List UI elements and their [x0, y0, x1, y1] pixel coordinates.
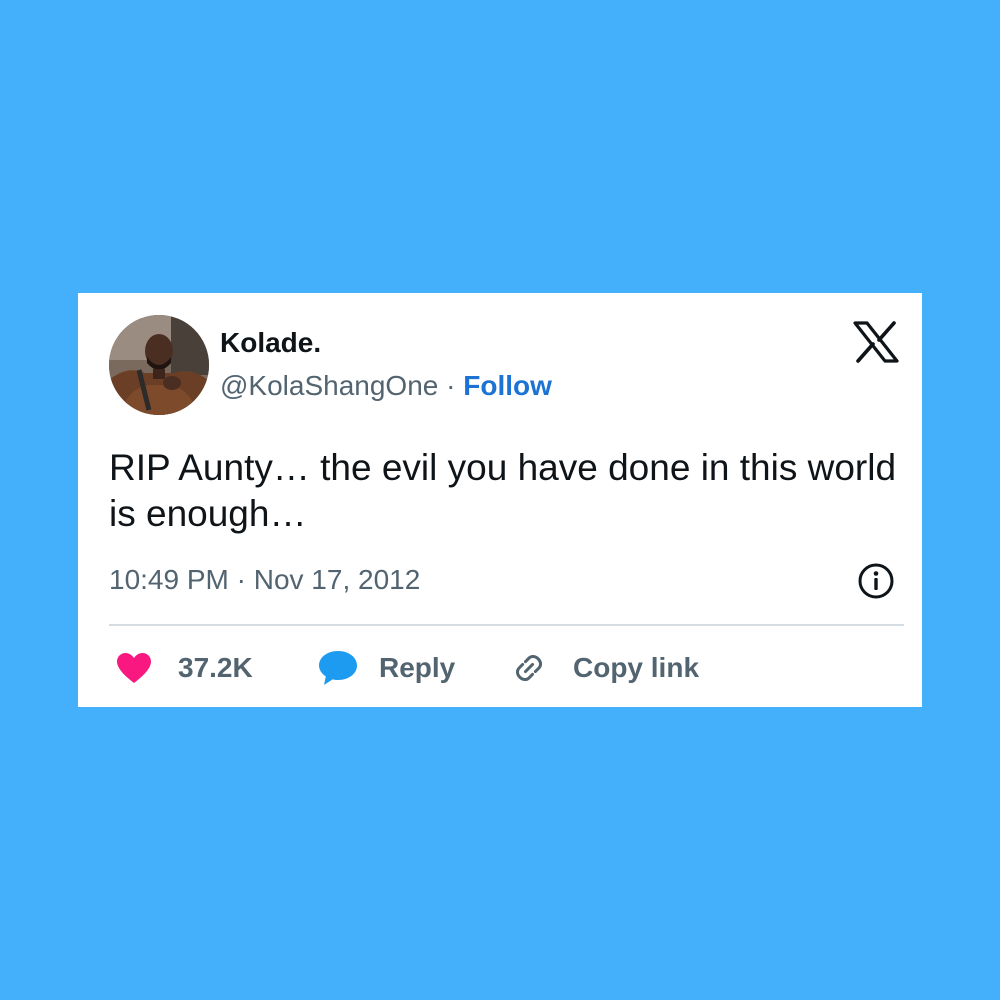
handle-separator: · [438, 370, 464, 401]
tweet-text: RIP Aunty… the evil you have done in thi… [109, 447, 897, 534]
link-icon [515, 654, 543, 682]
speech-bubble-icon [319, 651, 357, 685]
reply-button[interactable]: Reply [317, 643, 455, 693]
avatar-photo [109, 315, 209, 415]
reply-label: Reply [379, 652, 456, 683]
author-name[interactable]: Kolade. [220, 327, 321, 359]
avatar[interactable] [109, 315, 209, 415]
tweet-card: Kolade. @KolaShangOne · Follow RIP Aunty… [78, 293, 922, 707]
x-logo-icon[interactable] [853, 321, 899, 363]
follow-button[interactable]: Follow [463, 370, 552, 401]
like-button[interactable]: 37.2K [116, 643, 253, 693]
heart-icon [117, 653, 151, 683]
info-icon[interactable] [856, 561, 896, 601]
copy-link-label: Copy link [573, 652, 700, 683]
author-handle-line: @KolaShangOne · Follow [220, 370, 552, 402]
author-handle[interactable]: @KolaShangOne [220, 370, 438, 401]
tweet-actions: 37.2K Reply Copy link [109, 643, 899, 693]
like-count: 37.2K [178, 652, 253, 683]
copy-link-button[interactable]: Copy link [509, 643, 699, 693]
tweet-timestamp[interactable]: 10:49 PM · Nov 17, 2012 [109, 564, 420, 596]
divider [109, 624, 904, 626]
